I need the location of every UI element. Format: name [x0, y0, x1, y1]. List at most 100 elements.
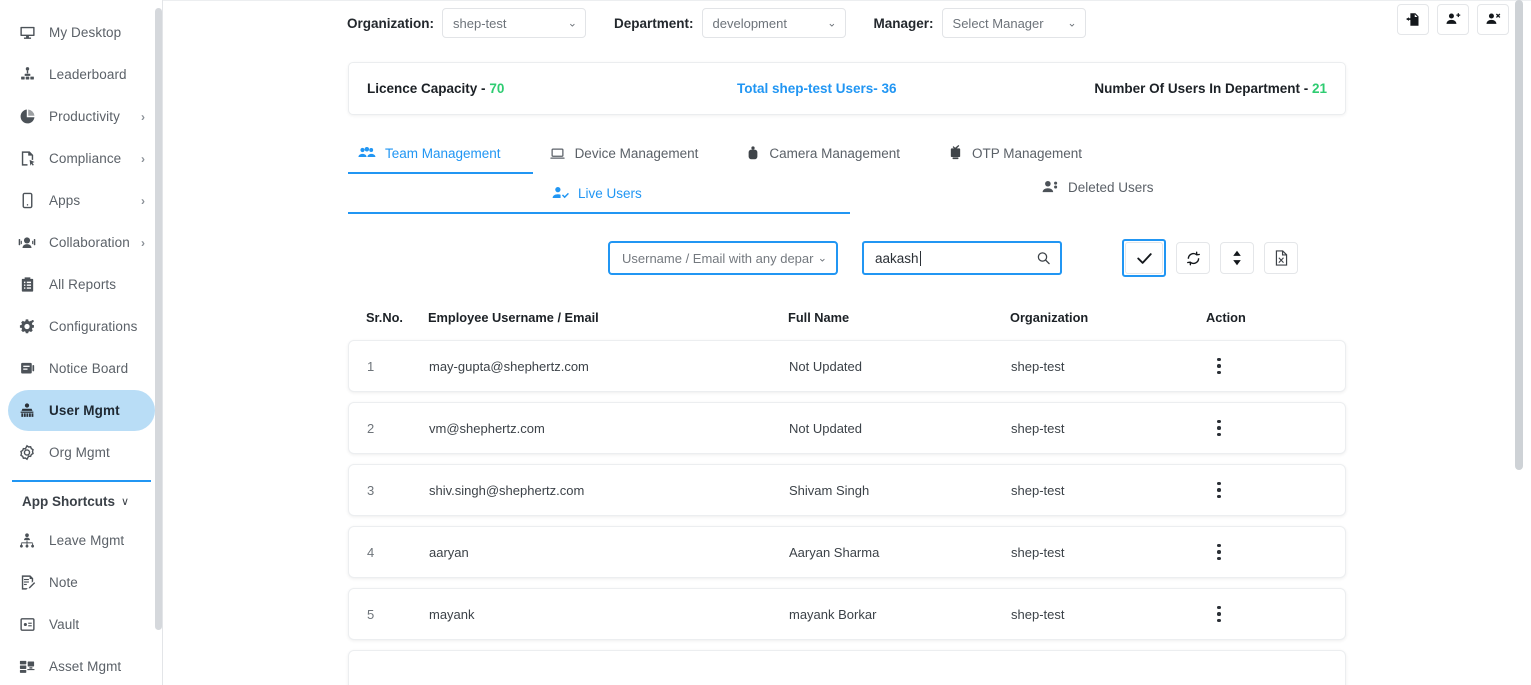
sidebar-item-productivity[interactable]: Productivity › — [8, 96, 155, 137]
search-field-select[interactable]: Username / Email with any depar ⌄ — [608, 241, 838, 275]
collaboration-icon — [16, 233, 38, 253]
row-action-menu-icon[interactable] — [1209, 605, 1229, 623]
sidebar-item-label: Productivity — [49, 109, 120, 124]
import-users-button[interactable] — [1397, 4, 1429, 35]
tab-label: Camera Management — [769, 145, 900, 161]
column-header-sr-no: Sr.No. — [366, 309, 403, 325]
users-table: Sr.No. Employee Username / Email Full Na… — [348, 304, 1346, 685]
search-action-buttons — [1122, 239, 1298, 277]
cell-full-name: mayank Borkar — [789, 606, 877, 622]
sidebar-item-label: All Reports — [49, 277, 117, 292]
refresh-button[interactable] — [1176, 242, 1210, 274]
sidebar-item-collaboration[interactable]: Collaboration › — [8, 222, 155, 263]
chevron-down-icon: ⌄ — [1067, 17, 1077, 30]
file-import-icon — [1406, 12, 1421, 27]
asset-server-icon — [16, 657, 38, 677]
manager-select[interactable]: Select Manager ⌄ — [941, 8, 1086, 38]
sidebar-item-leaderboard[interactable]: Leaderboard — [8, 54, 155, 95]
chevron-down-icon: ⌄ — [827, 17, 837, 30]
sidebar-item-org-mgmt[interactable]: Org Mgmt — [8, 432, 155, 473]
table-row-partial[interactable] — [348, 650, 1346, 685]
cell-username: vm@shephertz.com — [429, 420, 545, 436]
tab-label: Team Management — [385, 145, 501, 161]
vault-icon — [16, 615, 38, 635]
organization-select[interactable]: shep-test ⌄ — [442, 8, 586, 38]
sidebar-item-apps[interactable]: Apps › — [8, 180, 155, 221]
row-action-menu-icon[interactable] — [1209, 481, 1229, 499]
sidebar-section-app-shortcuts[interactable]: App Shortcuts ∨ — [0, 482, 163, 520]
sidebar-item-all-reports[interactable]: All Reports — [8, 264, 155, 305]
sidebar-item-user-mgmt[interactable]: User Mgmt — [8, 390, 155, 431]
sidebar-item-notice-board[interactable]: Notice Board — [8, 348, 155, 389]
clipboard-icon — [16, 275, 38, 295]
sidebar-item-leave-mgmt[interactable]: Leave Mgmt — [8, 520, 155, 561]
tab-label: OTP Management — [971, 145, 1083, 161]
users-icon — [1042, 180, 1059, 194]
table-row[interactable]: 3 shiv.singh@shephertz.com Shivam Singh … — [348, 464, 1346, 516]
sidebar-item-configurations[interactable]: Configurations — [8, 306, 155, 347]
tab-device-management[interactable]: Device Management — [549, 132, 711, 174]
table-row[interactable]: 1 may-gupta@shephertz.com Not Updated sh… — [348, 340, 1346, 392]
table-row[interactable]: 2 vm@shephertz.com Not Updated shep-test — [348, 402, 1346, 454]
subtab-live-users[interactable]: Live Users — [552, 174, 642, 212]
otp-icon — [948, 145, 963, 161]
user-minus-icon — [1485, 12, 1501, 27]
export-excel-button[interactable] — [1264, 242, 1298, 274]
department-label: Department: — [614, 15, 694, 31]
subtab-deleted-users[interactable]: Deleted Users — [1042, 168, 1154, 206]
app-root: My Desktop Leaderboard Productivity › Co… — [0, 0, 1531, 685]
apply-button[interactable] — [1122, 239, 1166, 277]
table-row[interactable]: 4 aaryan Aaryan Sharma shep-test — [348, 526, 1346, 578]
total-users[interactable]: Total shep-test Users- 36 — [737, 81, 897, 96]
licence-capacity-label: Licence Capacity - — [367, 81, 490, 96]
total-users-label: Total shep-test Users- — [737, 81, 882, 96]
sidebar-item-label: Configurations — [49, 319, 138, 334]
cell-full-name: Shivam Singh — [789, 482, 870, 498]
sort-button[interactable] — [1220, 242, 1254, 274]
department-users: Number Of Users In Department - 21 — [1094, 81, 1327, 96]
organization-filter-group: Organization: shep-test ⌄ — [347, 8, 586, 38]
sidebar-item-vault[interactable]: Vault — [8, 604, 155, 645]
desktop-icon — [16, 23, 38, 43]
manager-filter-group: Manager: Select Manager ⌄ — [874, 8, 1086, 38]
people-network-icon — [16, 531, 38, 551]
main-scrollbar-thumb[interactable] — [1515, 0, 1523, 470]
sidebar-item-label: Asset Mgmt — [49, 659, 122, 674]
sidebar-item-note[interactable]: Note — [8, 562, 155, 603]
search-input[interactable]: aakash — [862, 241, 1062, 275]
main-scrollbar-track[interactable] — [1515, 0, 1527, 685]
manager-select-value: Select Manager — [952, 15, 1044, 31]
subtab-label: Live Users — [578, 185, 642, 201]
sidebar-item-compliance[interactable]: Compliance › — [8, 138, 155, 179]
department-select[interactable]: development ⌄ — [701, 8, 846, 38]
cell-sr-no: 1 — [367, 358, 375, 374]
device-icon — [549, 146, 566, 161]
cell-sr-no: 2 — [367, 420, 375, 436]
row-action-menu-icon[interactable] — [1209, 543, 1229, 561]
sort-icon — [1231, 250, 1243, 266]
chevron-right-icon: › — [141, 151, 145, 166]
tab-camera-management[interactable]: Camera Management — [746, 132, 912, 174]
add-user-button[interactable] — [1437, 4, 1469, 35]
sidebar-item-asset-mgmt[interactable]: Asset Mgmt — [8, 646, 155, 685]
cell-organization: shep-test — [1011, 358, 1065, 374]
sidebar-scrollbar[interactable] — [155, 8, 162, 630]
sidebar: My Desktop Leaderboard Productivity › Co… — [0, 0, 163, 685]
column-header-organization: Organization — [1010, 309, 1089, 325]
row-action-menu-icon[interactable] — [1209, 419, 1229, 437]
remove-user-button[interactable] — [1477, 4, 1509, 35]
refresh-icon — [1186, 251, 1201, 266]
row-action-menu-icon[interactable] — [1209, 357, 1229, 375]
magnifier-icon[interactable] — [1036, 251, 1051, 266]
note-edit-icon — [16, 573, 38, 593]
sidebar-item-my-desktop[interactable]: My Desktop — [8, 12, 155, 53]
sidebar-item-label: Notice Board — [49, 361, 129, 376]
tab-team-management[interactable]: Team Management — [348, 132, 533, 174]
licence-capacity: Licence Capacity - 70 — [367, 81, 504, 96]
cell-full-name: Not Updated — [789, 420, 862, 436]
cell-username: shiv.singh@shephertz.com — [429, 482, 585, 498]
chevron-down-icon: ⌄ — [567, 17, 577, 30]
camera-icon — [746, 145, 760, 161]
table-row[interactable]: 5 mayank mayank Borkar shep-test — [348, 588, 1346, 640]
search-field-select-value: Username / Email with any depar — [622, 250, 814, 266]
